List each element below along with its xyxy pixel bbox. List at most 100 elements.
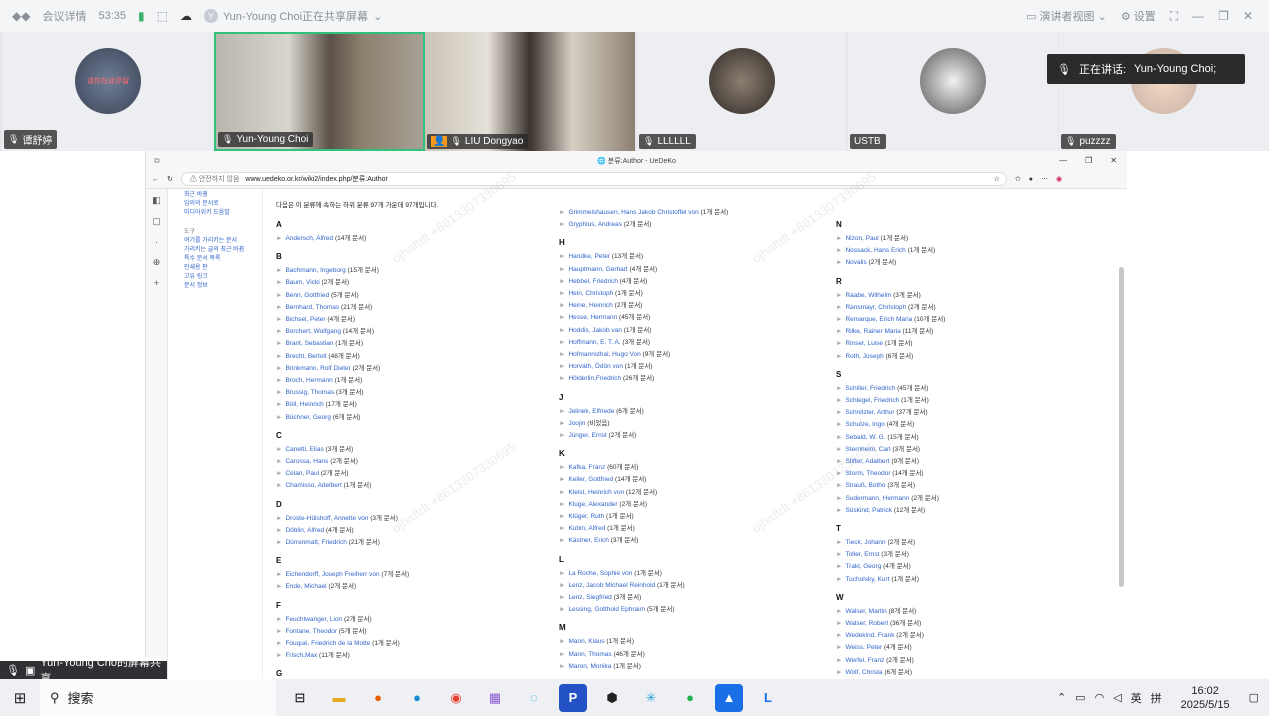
- author-name[interactable]: Sudermann, Hermann: [845, 495, 909, 502]
- expand-arrow-icon[interactable]: ►: [559, 221, 565, 228]
- expand-arrow-icon[interactable]: ►: [276, 628, 282, 635]
- author-link[interactable]: ► Kafka, Franz (60개 문서): [559, 462, 728, 474]
- author-link[interactable]: ► Bachmann, Ingeborg (15개 문서): [276, 265, 409, 277]
- network-app-icon[interactable]: ✳: [637, 684, 665, 712]
- author-name[interactable]: Bernhard, Thomas: [285, 304, 339, 311]
- expand-arrow-icon[interactable]: ►: [559, 663, 565, 670]
- expand-arrow-icon[interactable]: ►: [559, 363, 565, 370]
- expand-arrow-icon[interactable]: ►: [276, 292, 282, 299]
- author-link[interactable]: ► Mann, Thomas (46개 문서): [559, 649, 728, 661]
- favorites-icon[interactable]: ✩: [1015, 175, 1021, 183]
- author-name[interactable]: Hesse, Hermann: [568, 314, 617, 321]
- author-link[interactable]: ► Jelinek, Elfriede (6개 문서): [559, 406, 728, 418]
- author-link[interactable]: ► Weiss, Peter (4개 문서): [836, 642, 945, 654]
- author-link[interactable]: ► Ende, Michael (2개 문서): [276, 581, 409, 593]
- expand-arrow-icon[interactable]: ►: [559, 253, 565, 260]
- expand-arrow-icon[interactable]: ►: [836, 482, 842, 489]
- author-name[interactable]: Droste-Hülshoff, Annette von: [285, 515, 368, 522]
- battery-icon[interactable]: ▭: [1075, 691, 1085, 704]
- author-link[interactable]: ► Trakl, Georg (4개 문서): [836, 561, 945, 573]
- expand-arrow-icon[interactable]: ►: [836, 632, 842, 639]
- menu-item[interactable]: 미디어위키 도움말: [184, 209, 264, 218]
- author-name[interactable]: Keller, Gottfried: [568, 476, 613, 483]
- expand-arrow-icon[interactable]: ►: [559, 266, 565, 273]
- author-link[interactable]: ► Feuchtwanger, Lion (2개 문서): [276, 614, 409, 626]
- author-name[interactable]: Canetti, Elias: [285, 446, 323, 453]
- author-name[interactable]: Dürrenmatt, Friedrich: [285, 539, 346, 546]
- author-link[interactable]: ► Tieck, Johann (2개 문서): [836, 537, 945, 549]
- author-name[interactable]: Roth, Joseph: [845, 353, 883, 360]
- author-name[interactable]: Bichsel, Peter: [285, 316, 325, 323]
- author-link[interactable]: ► Toller, Ernst (3개 문서): [836, 549, 945, 561]
- scrollbar-thumb[interactable]: [1119, 267, 1124, 587]
- author-link[interactable]: ► Maron, Monika (1개 문서): [559, 661, 728, 673]
- firefox-icon[interactable]: ●: [364, 684, 392, 712]
- author-link[interactable]: ► Novalis (2개 문서): [836, 257, 945, 269]
- meeting-info-link[interactable]: 会议详情: [42, 8, 86, 24]
- author-name[interactable]: Celan, Paul: [285, 470, 319, 477]
- author-link[interactable]: ► Lessing, Gotthold Ephraim (5개 문서): [559, 604, 728, 616]
- fullscreen-icon[interactable]: ⛶: [1170, 9, 1178, 24]
- author-name[interactable]: Borchert, Wolfgang: [285, 328, 341, 335]
- task-view-icon[interactable]: ⊟: [286, 684, 314, 712]
- expand-arrow-icon[interactable]: ►: [559, 327, 565, 334]
- author-name[interactable]: Chamisso, Adelbert: [285, 482, 341, 489]
- plus-icon[interactable]: +: [154, 278, 159, 288]
- author-link[interactable]: ► Hein, Christoph (1개 문서): [559, 288, 728, 300]
- author-name[interactable]: Handke, Peter: [568, 253, 610, 260]
- expand-arrow-icon[interactable]: ►: [559, 420, 565, 427]
- author-name[interactable]: Heine, Heinrich: [568, 302, 612, 309]
- author-name[interactable]: Walser, Robert: [845, 620, 888, 627]
- author-name[interactable]: Tieck, Johann: [845, 539, 885, 546]
- video-tile-5[interactable]: 🎙 puzzzz: [1059, 32, 1269, 151]
- author-link[interactable]: ► Schiller, Friedrich (45개 문서): [836, 383, 945, 395]
- author-name[interactable]: Carossa, Hans: [285, 458, 328, 465]
- photos-icon[interactable]: ▦: [481, 684, 509, 712]
- video-tile-2[interactable]: 👤 🎙 LIU Dongyao: [425, 32, 635, 151]
- author-link[interactable]: ► La Roche, Sophie von (1개 문서): [559, 568, 728, 580]
- edge-icon[interactable]: ●: [403, 684, 431, 712]
- author-link[interactable]: ► Döblin, Alfred (4개 문서): [276, 525, 409, 537]
- author-name[interactable]: Böll, Heinrich: [285, 401, 323, 408]
- author-name[interactable]: Brinkmann, Rolf Dieter: [285, 365, 350, 372]
- author-link[interactable]: ► Brant, Sebastian (1개 문서): [276, 338, 409, 350]
- expand-arrow-icon[interactable]: ►: [836, 316, 842, 323]
- author-link[interactable]: ► Walser, Robert (36개 문서): [836, 618, 945, 630]
- author-link[interactable]: ► Lenz, Jacob Michael Reinhold (1개 문서): [559, 580, 728, 592]
- author-link[interactable]: ► Brinkmann, Rolf Dieter (2개 문서): [276, 363, 409, 375]
- expand-arrow-icon[interactable]: ►: [276, 316, 282, 323]
- expand-arrow-icon[interactable]: ►: [276, 539, 282, 546]
- expand-arrow-icon[interactable]: ►: [276, 652, 282, 659]
- profile-icon[interactable]: ●: [1029, 176, 1033, 183]
- author-link[interactable]: ► Stifter, Adalbert (9개 문서): [836, 456, 945, 468]
- expand-arrow-icon[interactable]: ►: [559, 476, 565, 483]
- expand-arrow-icon[interactable]: ►: [276, 340, 282, 347]
- author-name[interactable]: Gryphius, Andreas: [568, 221, 621, 228]
- author-link[interactable]: ► Eichendorff, Joseph Freiherr von (7개 문서…: [276, 569, 409, 581]
- expand-arrow-icon[interactable]: ►: [276, 365, 282, 372]
- author-name[interactable]: Büchner, Georg: [285, 414, 331, 421]
- author-link[interactable]: ► Nossack, Hans Erich (1개 문서): [836, 245, 945, 257]
- expand-arrow-icon[interactable]: ►: [276, 377, 282, 384]
- expand-arrow-icon[interactable]: ►: [276, 515, 282, 522]
- author-name[interactable]: Strauß, Botho: [845, 482, 885, 489]
- cube-app-icon[interactable]: ⬢: [598, 684, 626, 712]
- expand-arrow-icon[interactable]: ►: [276, 527, 282, 534]
- author-name[interactable]: Brecht, Bertolt: [285, 353, 326, 360]
- expand-arrow-icon[interactable]: ►: [559, 489, 565, 496]
- author-name[interactable]: Rinser, Luise: [845, 340, 883, 347]
- author-name[interactable]: Brussig, Thomas: [285, 389, 334, 396]
- expand-arrow-icon[interactable]: ►: [276, 353, 282, 360]
- star-icon[interactable]: ☆: [994, 175, 1006, 183]
- author-link[interactable]: ► Brecht, Bertolt (48개 문서): [276, 351, 409, 363]
- author-name[interactable]: Grimmelshausen, Hans Jakob Christoffel v…: [568, 209, 698, 216]
- expand-arrow-icon[interactable]: ►: [836, 247, 842, 254]
- author-link[interactable]: ► Hofmannsthal, Hugo Von (9개 문서): [559, 349, 728, 361]
- author-name[interactable]: Döblin, Alfred: [285, 527, 324, 534]
- expand-arrow-icon[interactable]: ►: [836, 620, 842, 627]
- restore-icon[interactable]: ❐: [1085, 156, 1092, 165]
- author-name[interactable]: Lenz, Siegfried: [568, 594, 611, 601]
- author-name[interactable]: Toller, Ernst: [845, 551, 879, 558]
- author-name[interactable]: Schnitzler, Arthur: [845, 409, 894, 416]
- author-name[interactable]: Hölderlin,Friedrich: [568, 375, 621, 382]
